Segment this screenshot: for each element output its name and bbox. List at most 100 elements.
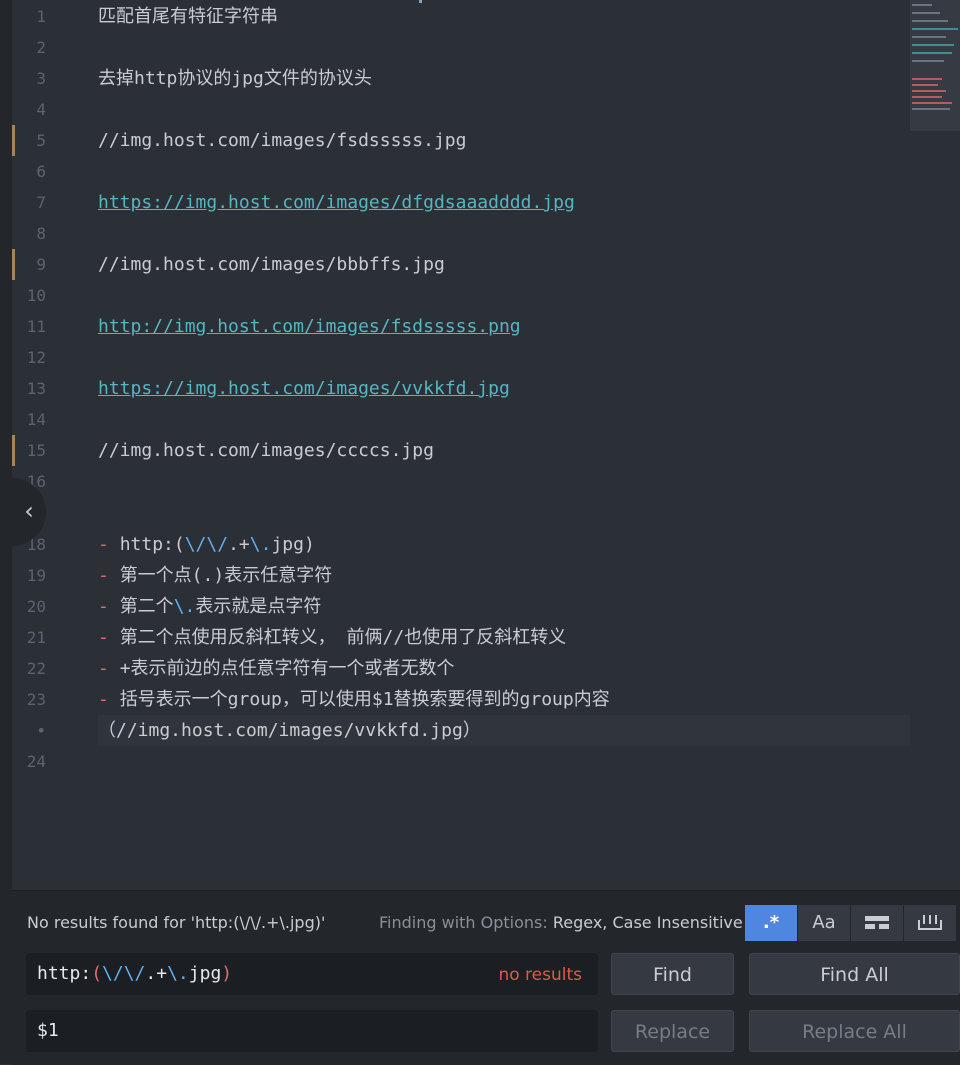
code-line: - 括号表示一个group，可以使用$1替换索要得到的group内容 — [98, 684, 610, 715]
minimap-line — [912, 96, 942, 98]
code-line: 去掉http协议的jpg文件的协议头 — [98, 68, 372, 89]
escaped-dot: \. — [249, 534, 272, 555]
minimap-line — [912, 78, 942, 80]
code-line-wrapped: （//img.host.com/images/vvkkfd.jpg） — [98, 720, 481, 741]
minimap-line — [912, 36, 946, 38]
line-number: 5 — [36, 131, 46, 150]
code-text: 第二个点使用反斜杠转义， 前俩//也使用了反斜杠转义 — [119, 627, 567, 648]
code-line: //img.host.com/images/fsdsssss.jpg — [98, 130, 467, 151]
find-all-button[interactable]: Find All — [749, 953, 960, 995]
find-escape: \. — [167, 963, 189, 984]
regex-toggle-button[interactable]: .* — [745, 905, 798, 941]
list-bullet: - — [98, 658, 120, 679]
escaped-dot: \. — [173, 596, 196, 617]
minimap-line — [912, 108, 950, 110]
find-text: .+ — [145, 963, 168, 984]
case-sensitive-toggle-button[interactable]: Aa — [798, 905, 851, 941]
code-text: 第二个 — [119, 596, 174, 617]
in-selection-icon — [865, 916, 889, 929]
line-number: 1 — [36, 7, 46, 26]
find-status-text: No results found for 'http:(\/\/.+\.jpg)… — [27, 913, 326, 932]
code-editor[interactable]: 1 2 3 4 5 6 7 8 9 10 11 12 13 14 15 16 1… — [12, 0, 960, 890]
list-bullet: - — [98, 596, 120, 617]
find-replace-panel: No results found for 'http:(\/\/.+\.jpg)… — [12, 890, 960, 1065]
code-text: 第一个点(.)表示任意字符 — [119, 565, 333, 586]
code-line: - 第二个点使用反斜杠转义， 前俩//也使用了反斜杠转义 — [98, 622, 566, 653]
list-bullet: - — [98, 565, 120, 586]
no-results-label: no results — [498, 965, 582, 985]
minimap-line — [912, 52, 952, 54]
minimap-line — [912, 84, 938, 86]
line-number: 19 — [26, 566, 46, 585]
minimap-line — [912, 44, 954, 46]
code-text: jpg) — [271, 534, 315, 555]
code-text: .+ — [228, 534, 250, 555]
code-line: - 第二个\.表示就是点字符 — [98, 591, 321, 622]
code-text: 括号表示一个group，可以使用$1替换索要得到的group内容 — [119, 689, 610, 710]
code-line: //img.host.com/images/bbbffs.jpg — [98, 254, 445, 275]
line-number: 11 — [26, 317, 46, 336]
code-line: - 第一个点(.)表示任意字符 — [98, 560, 332, 591]
replace-input[interactable]: $1 — [26, 1010, 598, 1052]
code-text: +表示前边的点任意字符有一个或者无数个 — [119, 658, 455, 679]
code-text: 表示就是点字符 — [195, 596, 322, 617]
line-number: 12 — [26, 348, 46, 367]
line-number: 9 — [36, 255, 46, 274]
minimap-line — [912, 4, 932, 6]
line-number-gutter: 1 2 3 4 5 6 7 8 9 10 11 12 13 14 15 16 1… — [12, 0, 68, 890]
whole-word-toggle-button[interactable] — [904, 905, 957, 941]
minimap-line — [912, 102, 952, 104]
minimap[interactable] — [910, 0, 960, 131]
code-line-url[interactable]: https://img.host.com/images/dfgdsaaadddd… — [98, 187, 575, 218]
replace-input-value: $1 — [37, 1020, 59, 1041]
replace-button[interactable]: Replace — [611, 1010, 734, 1052]
find-group-paren: ( — [91, 963, 103, 984]
find-escape: \/\/ — [102, 963, 146, 984]
find-input-value: http:(\/\/.+\.jpg) — [37, 953, 232, 995]
line-number: 21 — [26, 628, 46, 647]
options-value: Regex, Case Insensitive — [552, 913, 743, 932]
find-options-summary: Finding with Options: Regex, Case Insens… — [379, 913, 743, 932]
line-number: 13 — [26, 379, 46, 398]
list-bullet: - — [98, 627, 120, 648]
list-bullet: - — [98, 689, 120, 710]
minimap-line — [912, 20, 948, 22]
line-number: 14 — [26, 410, 46, 429]
find-text: jpg — [188, 963, 222, 984]
in-selection-toggle-button[interactable] — [851, 905, 904, 941]
code-line: - http:(\/\/.+\.jpg) — [98, 529, 315, 560]
code-line: - +表示前边的点任意字符有一个或者无数个 — [98, 653, 455, 684]
chevron-left-icon: ‹ — [24, 497, 34, 525]
line-number: 10 — [26, 286, 46, 305]
find-group-paren: ) — [221, 963, 233, 984]
code-text: http:( — [119, 534, 185, 555]
line-number: 23 — [26, 690, 46, 709]
find-text: http: — [37, 963, 92, 984]
escaped-slashes: \/\/ — [184, 534, 229, 555]
line-number: 22 — [26, 659, 46, 678]
find-input[interactable]: http:(\/\/.+\.jpg) no results — [26, 953, 598, 995]
whole-word-icon — [918, 915, 942, 930]
code-line: //img.host.com/images/ccccs.jpg — [98, 440, 434, 461]
line-number: 7 — [36, 193, 46, 212]
wrapped-line-dot: • — [36, 721, 46, 740]
line-number: 20 — [26, 597, 46, 616]
line-number: 2 — [36, 38, 46, 57]
line-number: 3 — [36, 69, 46, 88]
minimap-line — [912, 60, 944, 62]
line-number: 15 — [26, 441, 46, 460]
cursor-indicator — [419, 0, 422, 3]
replace-all-button[interactable]: Replace All — [749, 1010, 960, 1052]
line-number: 24 — [26, 752, 46, 771]
code-line: 匹配首尾有特征字符串 — [98, 6, 278, 27]
minimap-line — [912, 12, 940, 14]
find-button[interactable]: Find — [611, 953, 734, 995]
options-label: Finding with Options: — [379, 913, 548, 932]
minimap-line — [912, 28, 958, 30]
code-line-url[interactable]: https://img.host.com/images/vvkkfd.jpg — [98, 373, 510, 404]
minimap-line — [912, 90, 946, 92]
line-number: 6 — [36, 162, 46, 181]
code-line-url[interactable]: http://img.host.com/images/fsdsssss.png — [98, 311, 521, 342]
list-bullet: - — [98, 534, 120, 555]
line-number: 8 — [36, 224, 46, 243]
